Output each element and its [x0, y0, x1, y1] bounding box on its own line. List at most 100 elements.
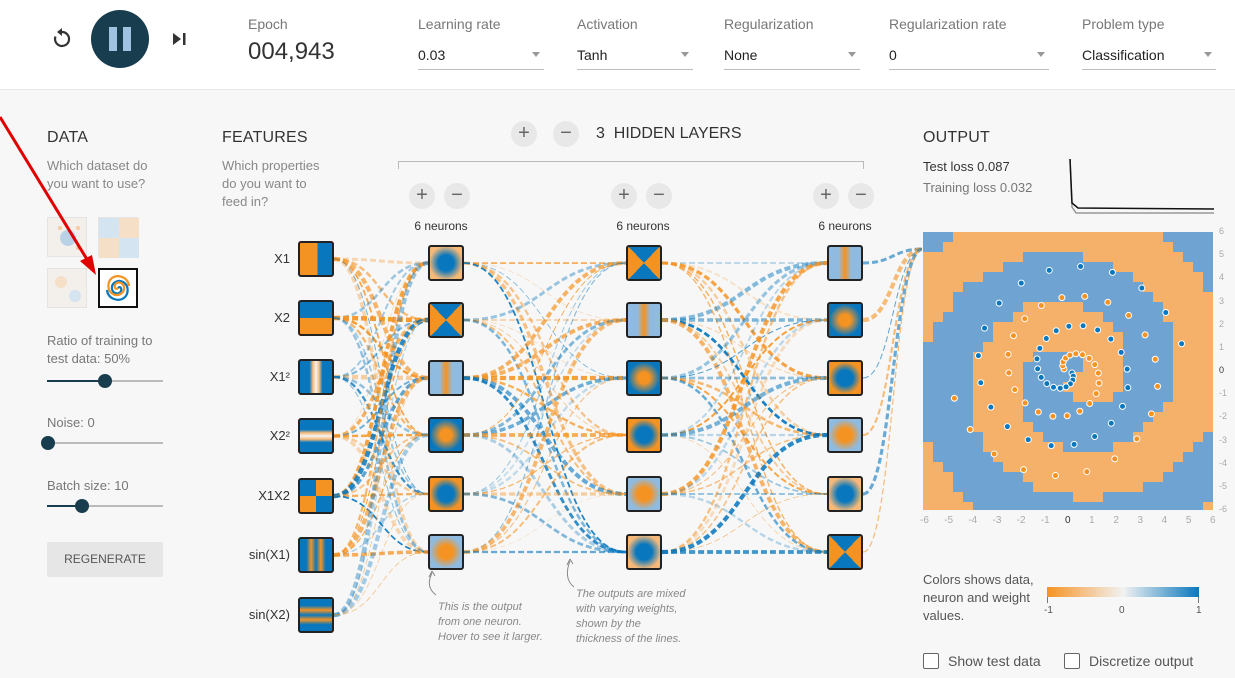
neuron-node[interactable]: [827, 302, 863, 338]
neuron-node[interactable]: [428, 417, 464, 453]
weight-link[interactable]: [862, 248, 922, 437]
neuron-node[interactable]: [827, 476, 863, 512]
neuron-node[interactable]: [428, 534, 464, 570]
weight-link[interactable]: [661, 261, 828, 554]
heatmap-cell: [1053, 242, 1063, 252]
heatmap-cell: [1003, 282, 1013, 292]
heatmap-cell: [953, 342, 963, 352]
neuron-node[interactable]: [428, 476, 464, 512]
heatmap-cell: [1093, 232, 1103, 242]
heatmap-cell: [923, 352, 933, 362]
weight-link[interactable]: [463, 376, 627, 554]
heatmap-cell: [1143, 352, 1153, 362]
training-loss: Training loss 0.032: [923, 180, 1033, 195]
data-point: [1005, 369, 1013, 377]
x-tick-label: -3: [992, 515, 1002, 526]
data-point: [1036, 344, 1044, 352]
neuron-node[interactable]: [626, 417, 662, 453]
weight-link[interactable]: [333, 261, 429, 557]
weight-link[interactable]: [463, 377, 627, 553]
heatmap-cell: [1133, 302, 1143, 312]
feature-node[interactable]: [298, 300, 334, 336]
weight-link[interactable]: [463, 262, 627, 553]
feature-node[interactable]: [298, 478, 334, 514]
heatmap-cell: [1103, 482, 1113, 492]
neuron-node[interactable]: [428, 245, 464, 281]
activation-select[interactable]: Tanh: [577, 40, 693, 70]
weight-link[interactable]: [333, 551, 429, 616]
feature-node[interactable]: [298, 418, 334, 454]
problem-type-select[interactable]: Classification: [1082, 40, 1216, 70]
heatmap-cell: [1083, 252, 1093, 262]
heatmap-cell: [1043, 232, 1053, 242]
heatmap-cell: [1123, 232, 1133, 242]
heatmap-cell: [933, 362, 943, 372]
neuron-node[interactable]: [626, 245, 662, 281]
neuron-node[interactable]: [827, 360, 863, 396]
reset-icon[interactable]: [50, 27, 74, 51]
heatmap-cell: [1033, 282, 1043, 292]
regularization-select[interactable]: None: [724, 40, 860, 70]
neuron-node[interactable]: [626, 302, 662, 338]
heatmap-cell: [983, 462, 993, 472]
heatmap-cell: [1023, 252, 1033, 262]
regularization-rate-select[interactable]: 0: [889, 40, 1049, 70]
heatmap-cell: [1103, 462, 1113, 472]
heatmap-cell: [1163, 502, 1173, 510]
weight-link[interactable]: [862, 248, 922, 553]
data-point: [1047, 442, 1055, 450]
heatmap-cell: [1073, 422, 1083, 432]
heatmap-cell: [1003, 392, 1013, 402]
neuron-node[interactable]: [827, 245, 863, 281]
heatmap-cell: [1133, 272, 1143, 282]
heatmap-cell: [1123, 372, 1133, 382]
heatmap-cell: [1053, 342, 1063, 352]
heatmap-cell: [933, 472, 943, 482]
heatmap-cell: [1003, 232, 1013, 242]
neuron-node[interactable]: [827, 417, 863, 453]
show-test-data-label[interactable]: Show test data: [948, 653, 1041, 669]
heatmap-cell: [1013, 352, 1023, 362]
x-tick-label: 0: [1065, 515, 1071, 526]
feature-node[interactable]: [298, 359, 334, 395]
heatmap-cell: [933, 342, 943, 352]
feature-node[interactable]: [298, 597, 334, 633]
discretize-output-label[interactable]: Discretize output: [1089, 653, 1193, 669]
discretize-output-checkbox[interactable]: [1064, 653, 1080, 669]
heatmap-cell: [1133, 412, 1143, 422]
heatmap-cell: [933, 322, 943, 332]
heatmap-cell: [1013, 322, 1023, 332]
heatmap-cell: [1033, 332, 1043, 342]
neuron-node[interactable]: [428, 302, 464, 338]
heatmap-cell: [1023, 442, 1033, 452]
heatmap-cell: [1203, 402, 1213, 412]
feature-node[interactable]: [298, 241, 334, 277]
show-test-data-checkbox[interactable]: [923, 653, 939, 669]
weight-link[interactable]: [862, 248, 922, 379]
neuron-node[interactable]: [626, 476, 662, 512]
heatmap-cell: [1013, 292, 1023, 302]
heatmap-cell: [1203, 242, 1213, 252]
neuron-node[interactable]: [626, 534, 662, 570]
chevron-down-icon: [1037, 52, 1045, 57]
scale-label-mid: 0: [1119, 605, 1125, 616]
heatmap-cell: [953, 442, 963, 452]
learning-rate-select[interactable]: 0.03: [418, 40, 544, 70]
pause-button[interactable]: [91, 10, 149, 68]
feature-node[interactable]: [298, 537, 334, 573]
neuron-node[interactable]: [827, 534, 863, 570]
heatmap-cell: [1053, 302, 1063, 312]
heatmap-cell: [1093, 452, 1103, 462]
heatmap-cell: [923, 262, 933, 272]
heatmap-cell: [1093, 352, 1103, 362]
heatmap-cell: [1183, 452, 1193, 462]
heatmap-cell: [1063, 452, 1073, 462]
neuron-node[interactable]: [428, 360, 464, 396]
heatmap-cell: [1203, 322, 1213, 332]
weight-link[interactable]: [463, 261, 627, 380]
neuron-node[interactable]: [626, 360, 662, 396]
heatmap-cell: [1193, 392, 1203, 402]
step-icon[interactable]: [170, 30, 190, 48]
heatmap-cell: [1023, 472, 1033, 482]
heatmap-cell: [1013, 442, 1023, 452]
